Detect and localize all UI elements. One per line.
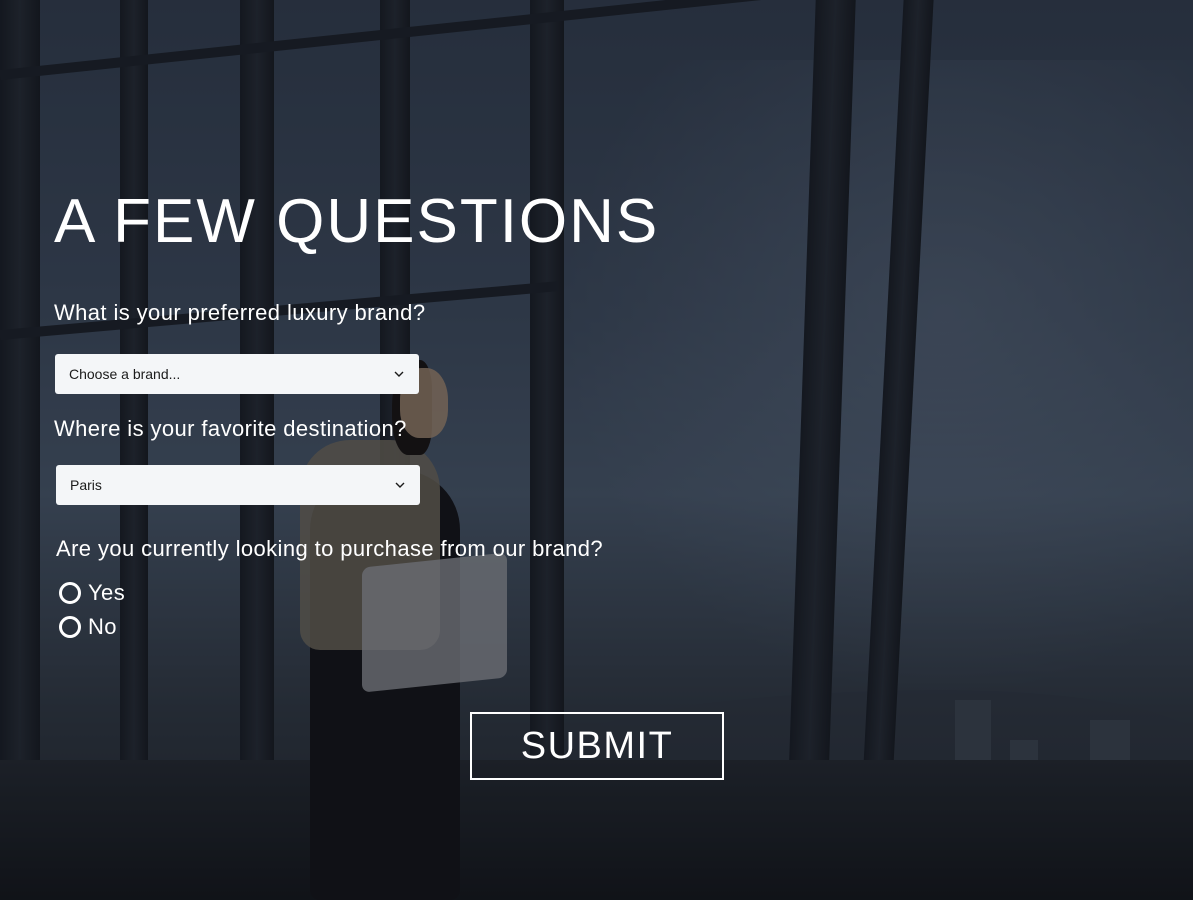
- destination-select[interactable]: Paris: [56, 465, 420, 505]
- destination-question-label: Where is your favorite destination?: [54, 416, 407, 441]
- radio-option-yes[interactable]: Yes: [59, 580, 125, 606]
- survey-form: A FEW QUESTIONS What is your preferred l…: [0, 0, 1193, 900]
- chevron-down-icon: [393, 368, 405, 380]
- radio-label-yes: Yes: [88, 580, 126, 605]
- purchase-question-label: Are you currently looking to purchase fr…: [56, 536, 604, 561]
- brand-question-label: What is your preferred luxury brand?: [54, 300, 426, 325]
- page-title: A FEW QUESTIONS: [54, 187, 660, 256]
- radio-label-no: No: [88, 614, 117, 639]
- destination-select-value: Paris: [70, 477, 102, 493]
- chevron-down-icon: [394, 479, 406, 491]
- submit-button[interactable]: SUBMIT: [470, 712, 724, 780]
- brand-select-value: Choose a brand...: [69, 366, 181, 382]
- radio-unchecked-icon[interactable]: [59, 616, 81, 638]
- brand-select[interactable]: Choose a brand...: [55, 354, 419, 394]
- radio-unchecked-icon[interactable]: [59, 582, 81, 604]
- radio-option-no[interactable]: No: [59, 614, 117, 640]
